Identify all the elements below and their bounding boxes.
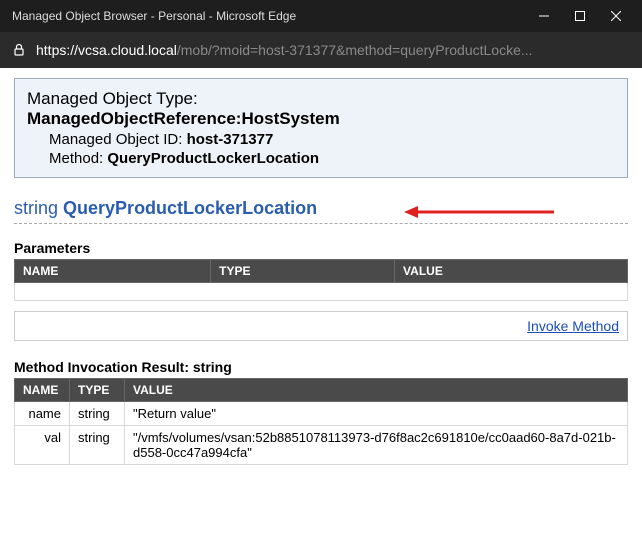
lock-icon [12, 43, 26, 57]
object-method-label: Method: [49, 150, 103, 167]
result-header-value: VALUE [125, 379, 628, 402]
params-header-type: TYPE [211, 260, 395, 283]
object-id-label: Managed Object ID: [49, 131, 182, 148]
result-table: NAME TYPE VALUE name string "Return valu… [14, 378, 628, 465]
window-titlebar: Managed Object Browser - Personal - Micr… [0, 0, 642, 32]
params-header-name: NAME [15, 260, 211, 283]
object-type-value: ManagedObjectReference:HostSystem [27, 109, 615, 129]
maximize-button[interactable] [562, 0, 598, 32]
cell-name: val [15, 426, 70, 465]
invoke-method-link[interactable]: Invoke Method [527, 318, 619, 334]
object-type-label: Managed Object Type: [27, 89, 615, 109]
cell-type: string [70, 402, 125, 426]
address-bar[interactable]: https://vcsa.cloud.local/mob/?moid=host-… [0, 32, 642, 68]
window-title: Managed Object Browser - Personal - Micr… [8, 9, 526, 23]
cell-value: "/vmfs/volumes/vsan:52b8851078113973-d76… [125, 426, 628, 465]
result-title: Method Invocation Result: string [14, 359, 628, 375]
method-name: QueryProductLockerLocation [63, 198, 317, 218]
url-path: /mob/?moid=host-371377&method=queryProdu… [177, 42, 533, 58]
cell-value: "Return value" [125, 402, 628, 426]
object-info-box: Managed Object Type: ManagedObjectRefere… [14, 78, 628, 178]
cell-name: name [15, 402, 70, 426]
params-header-value: VALUE [395, 260, 628, 283]
table-row: name string "Return value" [15, 402, 628, 426]
url-text: https://vcsa.cloud.local/mob/?moid=host-… [36, 42, 533, 58]
page-content: Managed Object Type: ManagedObjectRefere… [0, 68, 642, 487]
object-id-value: host-371377 [187, 131, 274, 148]
close-button[interactable] [598, 0, 634, 32]
object-method-value: QueryProductLockerLocation [107, 150, 319, 167]
table-row [15, 283, 628, 301]
cell-type: string [70, 426, 125, 465]
minimize-button[interactable] [526, 0, 562, 32]
invoke-box: Invoke Method [14, 311, 628, 341]
url-host: https://vcsa.cloud.local [36, 42, 177, 58]
result-header-type: TYPE [70, 379, 125, 402]
table-row: val string "/vmfs/volumes/vsan:52b885107… [15, 426, 628, 465]
parameters-table: NAME TYPE VALUE [14, 259, 628, 301]
annotation-arrow-icon [404, 204, 554, 220]
method-return-type: string [14, 198, 58, 218]
object-id-line: Managed Object ID: host-371377 [49, 131, 615, 148]
method-heading: string QueryProductLockerLocation [14, 198, 628, 224]
object-method-line: Method: QueryProductLockerLocation [49, 150, 615, 167]
result-header-name: NAME [15, 379, 70, 402]
parameters-title: Parameters [14, 240, 628, 256]
